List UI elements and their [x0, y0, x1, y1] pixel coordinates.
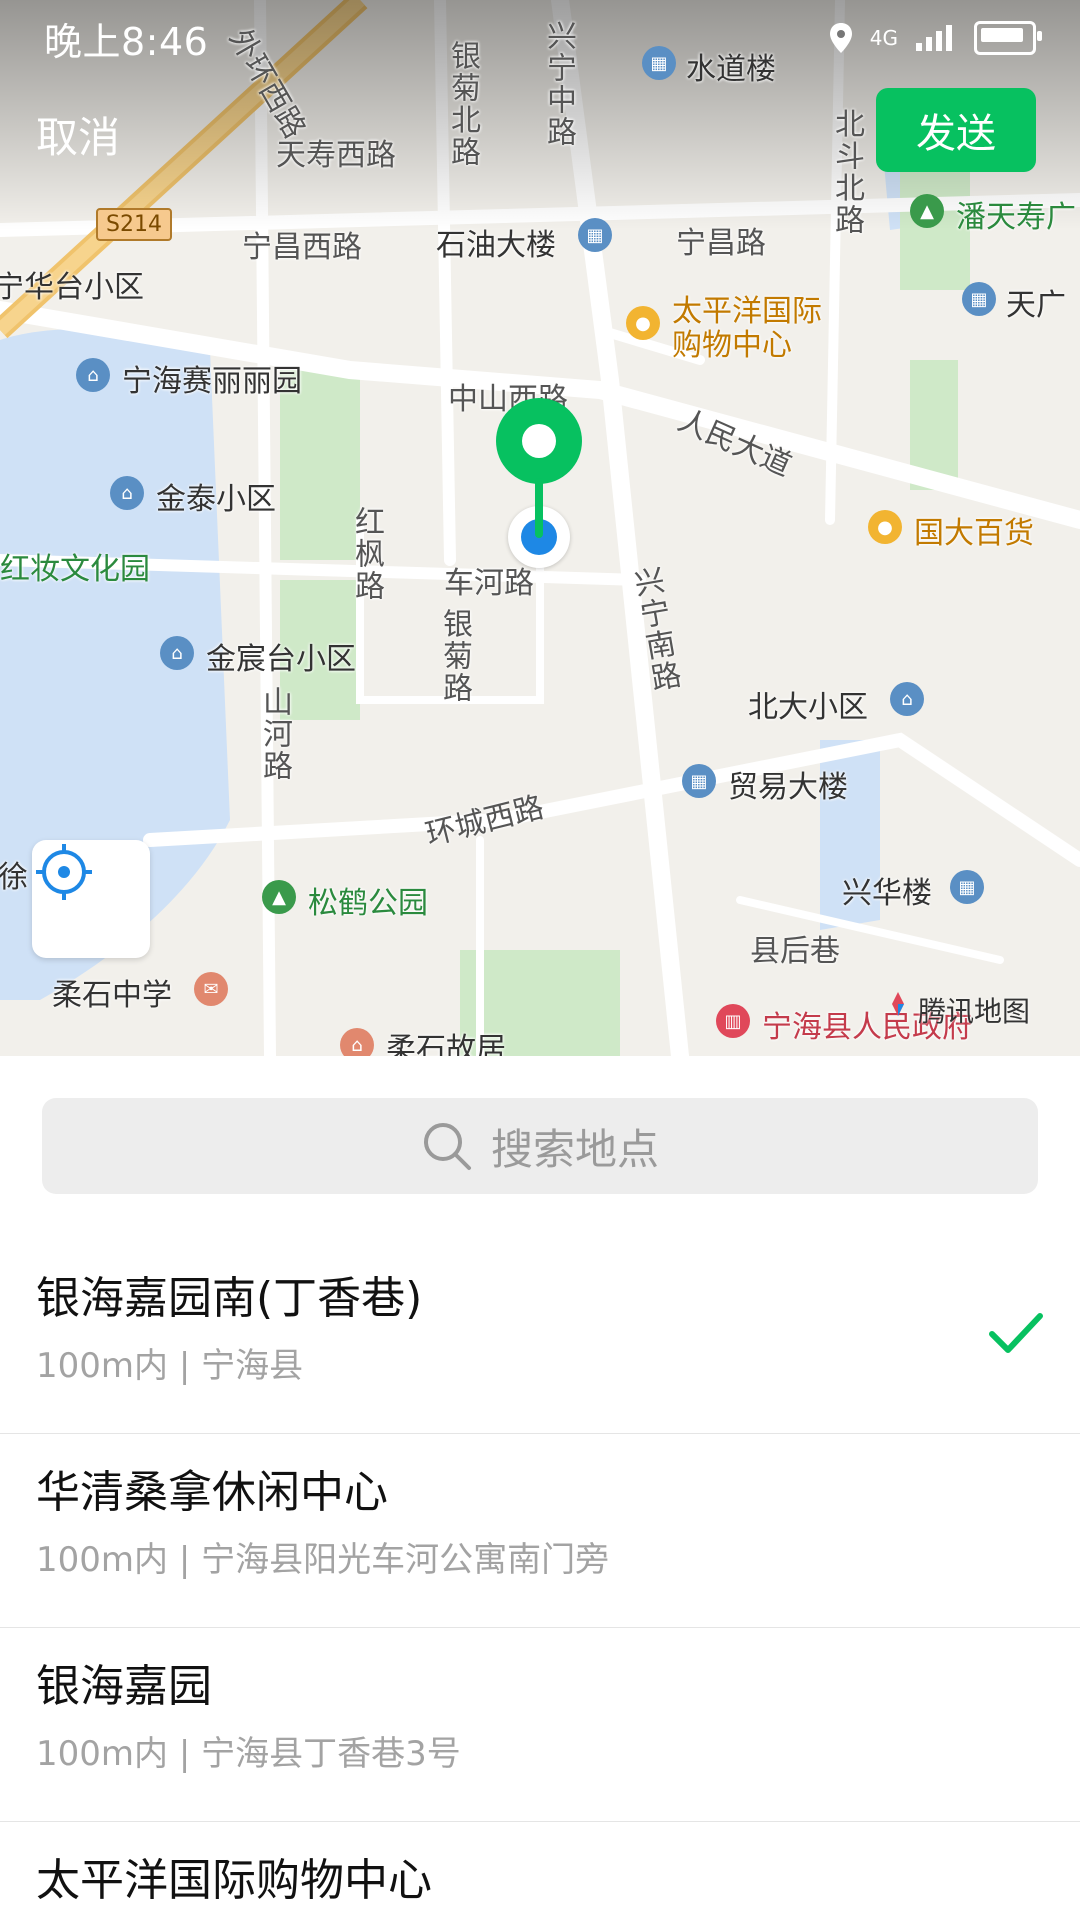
poi-label[interactable]: 红妆文化园 [0, 544, 150, 588]
road-label: 银菊路 [437, 608, 472, 704]
poi-label[interactable]: 天广 [1006, 280, 1066, 324]
pin-stem [535, 478, 543, 538]
building-icon: ▦ [950, 870, 984, 904]
shopping-icon: ● [868, 510, 902, 544]
list-item[interactable]: 华清桑拿休闲中心 100m内 | 宁海县阳光车河公寓南门旁 [0, 1434, 1080, 1628]
poi-label[interactable]: 购物中心 [672, 320, 792, 364]
place-detail: 100m内 | 宁海县 [36, 1346, 304, 1386]
road-label: 天寿西路 [276, 138, 396, 173]
locate-me-button[interactable] [32, 840, 150, 958]
places-sheet: 搜索地点 银海嘉园南(丁香巷) 100m内 | 宁海县 华清桑拿休闲中心 100… [0, 1056, 1080, 1920]
residence-icon: ⌂ [160, 636, 194, 670]
poi-label[interactable]: 石油大楼 [436, 220, 556, 264]
poi-label[interactable]: 徐 [0, 852, 28, 896]
crosshair-icon [36, 844, 92, 900]
route-shield: S214 [96, 208, 172, 241]
status-bar: 晚上8:46 4G [0, 0, 1080, 76]
list-item[interactable]: 银海嘉园南(丁香巷) 100m内 | 宁海县 [0, 1240, 1080, 1434]
attribution-text: 腾讯地图 [918, 995, 1031, 1028]
poi-label[interactable]: 宁海赛丽丽园 [122, 356, 302, 400]
poi-label[interactable]: 金宸台小区 [206, 634, 356, 678]
poi-label[interactable]: 宁华台小区 [0, 262, 144, 306]
cancel-button[interactable]: 取消 [36, 104, 120, 165]
poi-label[interactable]: 国大百货 [914, 508, 1034, 552]
government-icon: ▥ [716, 1004, 750, 1038]
building-icon: ▦ [962, 282, 996, 316]
signal-icon [916, 25, 952, 51]
list-item[interactable]: 银海嘉园 100m内 | 宁海县丁香巷3号 [0, 1628, 1080, 1822]
battery-icon [974, 21, 1042, 55]
poi-label[interactable]: 柔石故居 [386, 1024, 506, 1056]
residence-icon: ⌂ [890, 682, 924, 716]
poi-label[interactable]: 松鹤公园 [308, 878, 428, 922]
residence-icon: ⌂ [110, 476, 144, 510]
road-label: 车河路 [444, 566, 534, 601]
status-time: 晚上8:46 [44, 19, 209, 64]
road-label: 县后巷 [750, 934, 840, 969]
place-name: 华清桑拿休闲中心 [36, 1467, 388, 1518]
place-name: 太平洋国际购物中心 [36, 1855, 432, 1906]
poi-label[interactable]: 柔石中学 [52, 970, 172, 1014]
search-input[interactable]: 搜索地点 [42, 1098, 1038, 1194]
poi-label[interactable]: 潘天寿广 [956, 192, 1076, 236]
location-status-icon [829, 23, 852, 53]
school-icon: ✉ [194, 972, 228, 1006]
park-icon: ▲ [262, 880, 296, 914]
location-picker-screen: 外环西路 天寿西路 银菊北路 兴宁中路 北斗北路 宁昌西路 宁昌路 中山西路 人… [0, 0, 1080, 1920]
park-icon: ▲ [910, 194, 944, 228]
poi-label[interactable]: 金泰小区 [156, 474, 276, 518]
poi-label[interactable]: 兴华楼 [842, 868, 932, 912]
road-label: 山河路 [257, 686, 292, 782]
road-label: 宁昌路 [676, 226, 766, 261]
road-label: 北斗北路 [829, 108, 864, 236]
poi-label[interactable]: 贸易大楼 [728, 762, 848, 806]
map-attribution: 腾讯地图 [884, 990, 1030, 1030]
search-placeholder: 搜索地点 [490, 1124, 659, 1174]
place-list: 银海嘉园南(丁香巷) 100m内 | 宁海县 华清桑拿休闲中心 100m内 | … [0, 1240, 1080, 1920]
road-label: 宁昌西路 [242, 230, 362, 265]
place-detail: 100m内 | 宁海县阳光车河公寓南门旁 [36, 1540, 610, 1580]
network-type: 4G [869, 26, 898, 50]
road-label: 红枫路 [349, 506, 384, 602]
place-detail: 100m内 | 宁海县丁香巷3号 [36, 1734, 461, 1774]
place-name: 银海嘉园南(丁香巷) [36, 1273, 423, 1324]
place-name: 银海嘉园 [36, 1661, 212, 1712]
building-icon: ▦ [578, 218, 612, 252]
search-icon [423, 1123, 471, 1170]
shopping-icon: ● [626, 306, 660, 340]
send-button[interactable]: 发送 [876, 88, 1036, 172]
list-item[interactable]: 太平洋国际购物中心 [0, 1822, 1080, 1920]
poi-label[interactable]: 北大小区 [748, 682, 868, 726]
status-icons: 4G [828, 21, 1042, 55]
residence-icon: ⌂ [76, 358, 110, 392]
location-pin-icon[interactable] [496, 398, 582, 484]
compass-icon [884, 992, 912, 1024]
checkmark-icon [989, 1313, 1043, 1353]
landmark-icon: ⌂ [340, 1028, 374, 1056]
building-icon: ▦ [682, 764, 716, 798]
